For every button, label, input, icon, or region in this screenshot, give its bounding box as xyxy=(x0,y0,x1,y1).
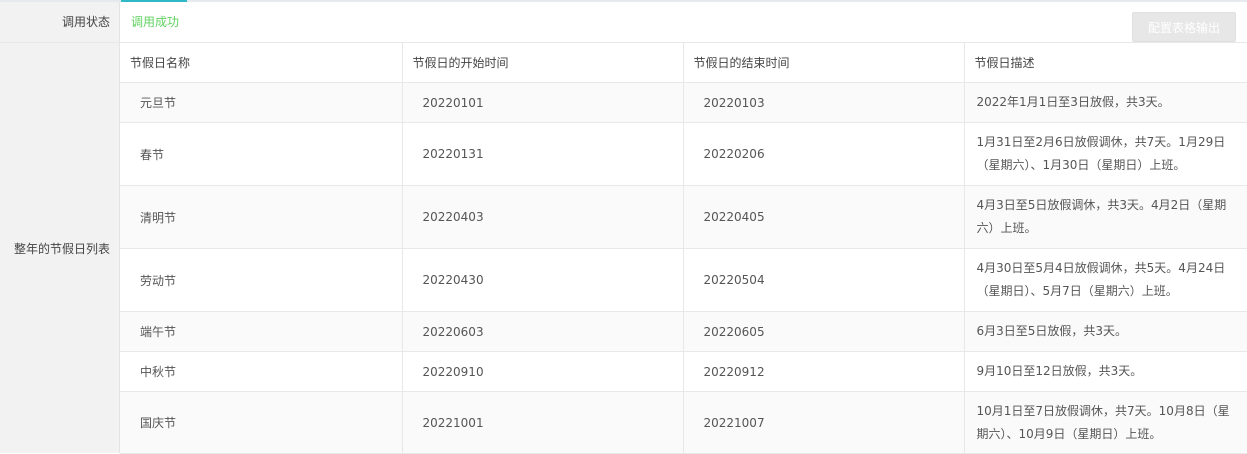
table-row: 端午节 20220603 20220605 6月3日至5日放假，共3天。 xyxy=(120,311,1247,352)
table-row: 春节 20220131 20220206 1月31日至2月6日放假调休，共7天。… xyxy=(120,122,1247,186)
holiday-desc: 4月3日至5日放假调休，共3天。4月2日（星期六）上班。 xyxy=(964,185,1247,249)
column-header-end: 节假日的结束时间 xyxy=(683,43,965,83)
holiday-start: 20220603 xyxy=(402,311,684,352)
table-row: 劳动节 20220430 20220504 4月30日至5月4日放假调休，共5天… xyxy=(120,248,1247,312)
holiday-desc: 6月3日至5日放假，共3天。 xyxy=(964,311,1247,352)
table-row: 清明节 20220403 20220405 4月3日至5日放假调休，共3天。4月… xyxy=(120,185,1247,249)
holiday-desc: 10月1日至7日放假调休，共7天。10月8日（星期六）、10月9日（星期日）上班… xyxy=(964,391,1247,454)
result-panel: 调用状态 调用成功 配置表格输出 整年的节假日列表 节假日名称 节假日的开始时间… xyxy=(0,0,1247,454)
holiday-desc: 9月10日至12日放假，共3天。 xyxy=(964,351,1247,392)
table-header-row: 节假日名称 节假日的开始时间 节假日的结束时间 节假日描述 xyxy=(120,43,1247,83)
holiday-desc: 1月31日至2月6日放假调休，共7天。1月29日（星期六）、1月30日（星期日）… xyxy=(964,122,1247,186)
holiday-end: 20220605 xyxy=(683,311,965,352)
column-header-desc: 节假日描述 xyxy=(964,43,1247,83)
holiday-desc: 2022年1月1日至3日放假，共3天。 xyxy=(964,82,1247,123)
table-row: 中秋节 20220910 20220912 9月10日至12日放假，共3天。 xyxy=(120,351,1247,392)
holiday-end: 20220103 xyxy=(683,82,965,123)
holiday-end: 20220405 xyxy=(683,185,965,249)
status-label: 调用状态 xyxy=(61,15,110,29)
holiday-list-label: 整年的节假日列表 xyxy=(13,241,110,256)
holiday-name: 清明节 xyxy=(120,185,403,249)
column-header-start: 节假日的开始时间 xyxy=(402,43,684,83)
holiday-start: 20220131 xyxy=(402,122,684,186)
column-header-name: 节假日名称 xyxy=(120,43,403,83)
holiday-end: 20220206 xyxy=(683,122,965,186)
holiday-name: 春节 xyxy=(120,122,403,186)
table-row: 国庆节 20221001 20221007 10月1日至7日放假调休，共7天。1… xyxy=(120,391,1247,454)
holiday-end: 20220504 xyxy=(683,248,965,312)
holiday-start: 20220403 xyxy=(402,185,684,249)
holiday-name: 国庆节 xyxy=(120,391,403,454)
holiday-start: 20220910 xyxy=(402,351,684,392)
holiday-name: 元旦节 xyxy=(120,82,403,123)
holiday-table: 节假日名称 节假日的开始时间 节假日的结束时间 节假日描述 元旦节 202201… xyxy=(120,43,1247,454)
table-row: 元旦节 20220101 20220103 2022年1月1日至3日放假，共3天… xyxy=(120,82,1247,123)
holiday-start: 20221001 xyxy=(402,391,684,454)
holiday-start: 20220430 xyxy=(402,248,684,312)
holiday-name: 中秋节 xyxy=(120,351,403,392)
holiday-desc: 4月30日至5月4日放假调休，共5天。4月24日（星期日）、5月7日（星期六）上… xyxy=(964,248,1247,312)
holiday-name: 端午节 xyxy=(120,311,403,352)
holiday-start: 20220101 xyxy=(402,82,684,123)
status-value: 调用成功 xyxy=(131,15,180,29)
holiday-end: 20220912 xyxy=(683,351,965,392)
export-table-button[interactable]: 配置表格输出 xyxy=(1132,12,1236,42)
holiday-end: 20221007 xyxy=(683,391,965,454)
holiday-name: 劳动节 xyxy=(120,248,403,312)
top-border xyxy=(0,0,1247,2)
